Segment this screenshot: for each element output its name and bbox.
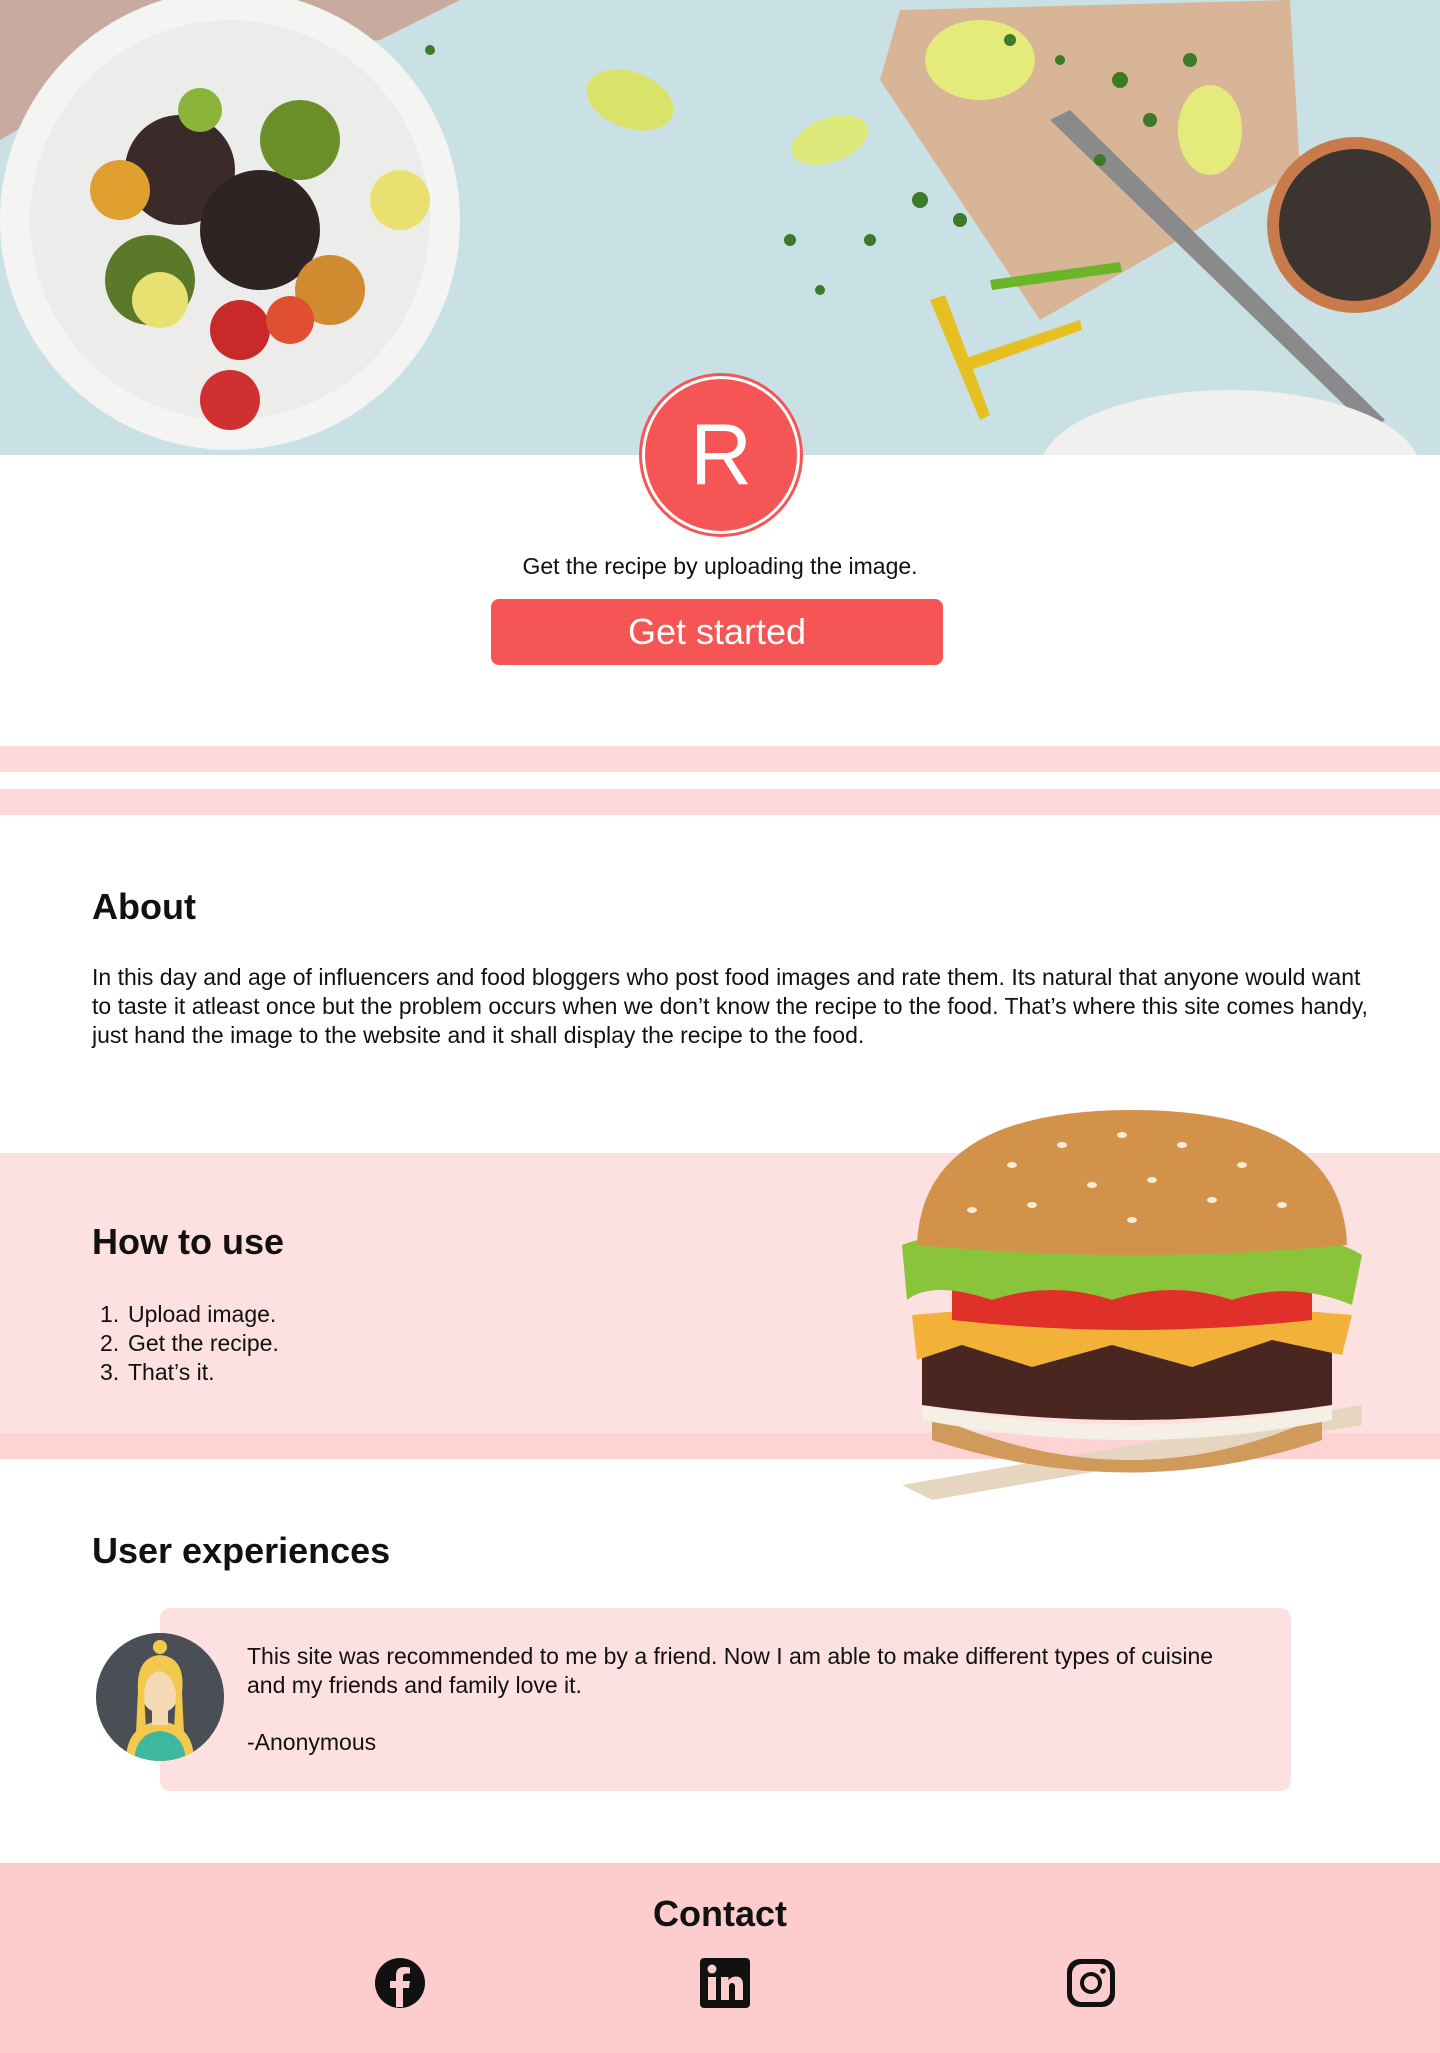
- howto-title: How to use: [92, 1221, 285, 1262]
- howto-steps: 1. Upload image. 2. Get the recipe. 3. That…: [100, 1300, 279, 1387]
- testimonial-quote: This site was recommended to me by a fri…: [247, 1643, 1214, 1698]
- logo[interactable]: R: [642, 376, 800, 534]
- about-text: In this day and age of influencers and f…: [92, 964, 1368, 1048]
- list-item: 2. Get the recipe.: [100, 1330, 279, 1356]
- facebook-icon[interactable]: [374, 1957, 426, 2009]
- burger-image: [902, 1110, 1362, 1500]
- divider-stripe: [0, 789, 1440, 815]
- divider-stripe: [0, 746, 1440, 772]
- about-title: About: [92, 886, 196, 927]
- list-item: 3. That’s it.: [100, 1359, 215, 1385]
- linkedin-icon[interactable]: [699, 1957, 751, 2009]
- contact-title: Contact: [653, 1893, 787, 1934]
- user-avatar-icon: [96, 1633, 224, 1761]
- testimonial-author: -Anonymous: [247, 1729, 377, 1755]
- avatar: [96, 1633, 224, 1761]
- list-item: 1. Upload image.: [100, 1301, 277, 1327]
- instagram-icon[interactable]: [1065, 1957, 1117, 2009]
- logo-letter: R: [689, 407, 753, 503]
- get-started-button[interactable]: Get started: [491, 599, 943, 665]
- hero-tagline: Get the recipe by uploading the image.: [522, 553, 918, 579]
- experiences-title: User experiences: [92, 1530, 391, 1571]
